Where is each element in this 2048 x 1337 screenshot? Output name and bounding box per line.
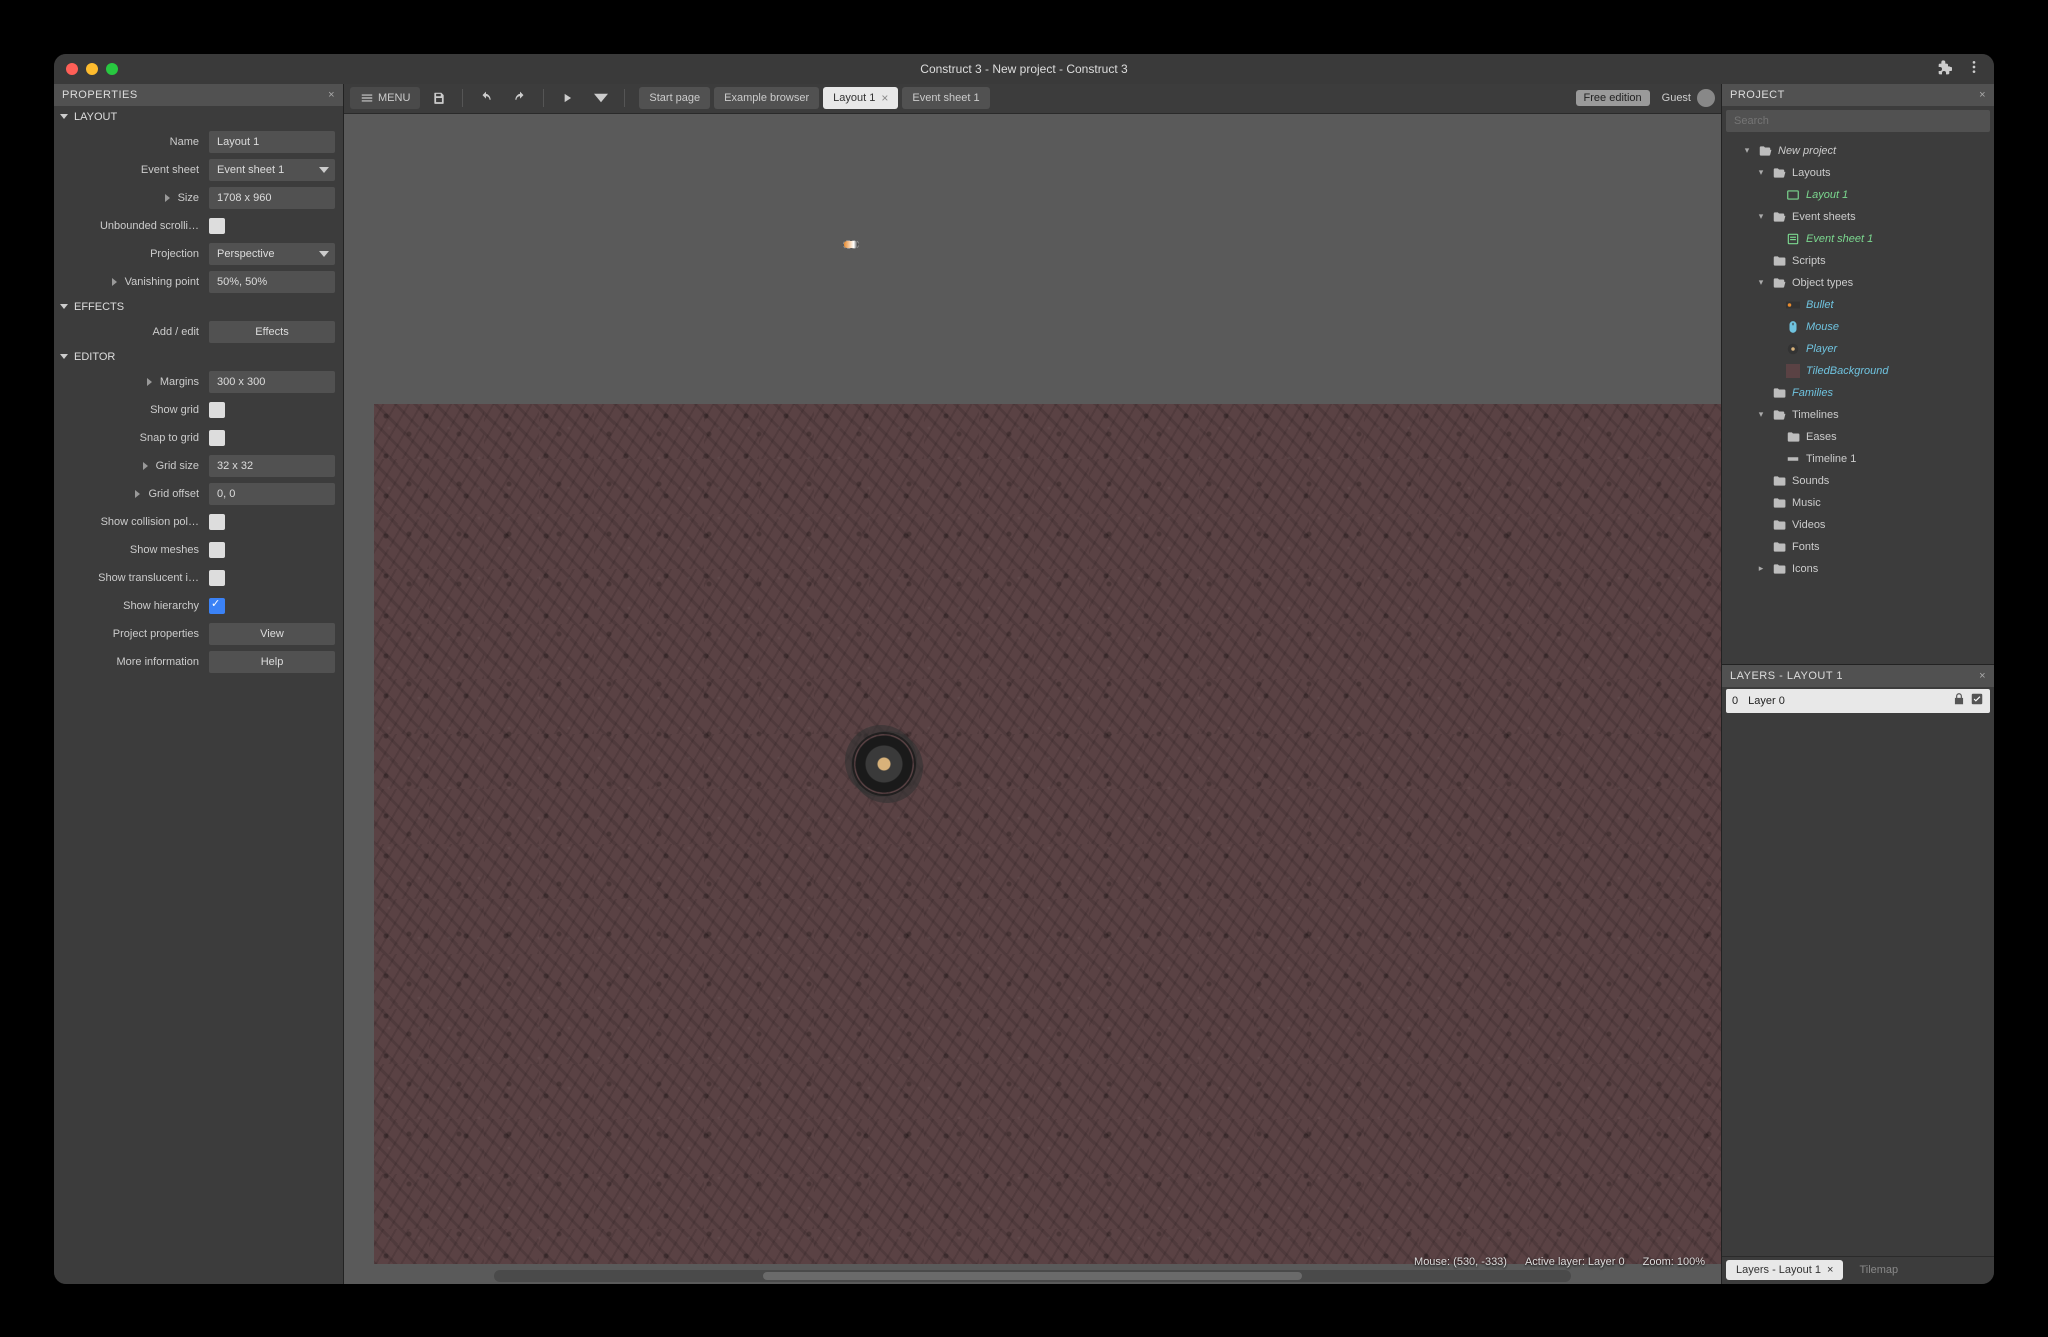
size-field[interactable] — [209, 187, 335, 209]
tab-layout-1[interactable]: Layout 1× — [823, 87, 898, 109]
effects-button[interactable]: Effects — [209, 321, 335, 343]
visibility-checkbox[interactable] — [1970, 692, 1984, 709]
tree-item-families[interactable]: Families — [1722, 382, 1994, 404]
canvas-status: Mouse: (530, -333) Active layer: Layer 0… — [1414, 1256, 1705, 1268]
tree-item-object-types[interactable]: ▾Object types — [1722, 272, 1994, 294]
right-column: PROJECT × ▾New project ▾Layouts Layout 1… — [1722, 84, 1994, 1284]
layer-name: Layer 0 — [1748, 695, 1785, 707]
layers-panel: LAYERS - LAYOUT 1 × 0 Layer 0 Layers - L… — [1722, 664, 1994, 1284]
section-effects[interactable]: EFFECTS — [54, 296, 343, 318]
grid-size-field[interactable] — [209, 455, 335, 477]
main-toolbar: MENU Start page Example browser Layout 1… — [344, 84, 1721, 114]
window-controls — [66, 63, 118, 75]
show-meshes-checkbox[interactable] — [209, 542, 225, 558]
tab-start-page[interactable]: Start page — [639, 87, 710, 109]
status-zoom: Zoom: 100% — [1643, 1256, 1705, 1268]
titlebar: Construct 3 - New project - Construct 3 — [54, 54, 1994, 84]
properties-panel: PROPERTIES × LAYOUT Name Event sheetEven… — [54, 84, 344, 1284]
tree-item-scripts[interactable]: Scripts — [1722, 250, 1994, 272]
horizontal-scrollbar[interactable] — [494, 1270, 1571, 1282]
tree-item-mouse[interactable]: Mouse — [1722, 316, 1994, 338]
close-icon[interactable]: × — [881, 91, 888, 105]
unbounded-checkbox[interactable] — [209, 218, 225, 234]
project-tree: ▾New project ▾Layouts Layout 1 ▾Event sh… — [1722, 136, 1994, 664]
free-edition-badge[interactable]: Free edition — [1576, 90, 1650, 106]
properties-header: PROPERTIES × — [54, 84, 343, 106]
tab-tilemap[interactable]: Tilemap — [1849, 1260, 1908, 1280]
tree-item-icons[interactable]: ▸Icons — [1722, 558, 1994, 580]
layers-bottom-tabs: Layers - Layout 1× Tilemap — [1722, 1256, 1994, 1284]
tiled-background-object[interactable] — [374, 404, 1721, 1264]
show-translucent-checkbox[interactable] — [209, 570, 225, 586]
app-window: Construct 3 - New project - Construct 3 … — [54, 54, 1994, 1284]
tree-item-videos[interactable]: Videos — [1722, 514, 1994, 536]
tree-item-player[interactable]: Player — [1722, 338, 1994, 360]
tree-item-project[interactable]: ▾New project — [1722, 140, 1994, 162]
extension-icon[interactable] — [1936, 59, 1952, 78]
tree-item-eases[interactable]: Eases — [1722, 426, 1994, 448]
layer-row-0[interactable]: 0 Layer 0 — [1726, 689, 1990, 713]
window-title: Construct 3 - New project - Construct 3 — [54, 62, 1994, 76]
close-icon[interactable]: × — [1979, 89, 1986, 101]
tree-item-bullet[interactable]: Bullet — [1722, 294, 1994, 316]
view-button[interactable]: View — [209, 623, 335, 645]
kebab-menu-icon[interactable] — [1966, 59, 1982, 78]
show-hierarchy-checkbox[interactable] — [209, 598, 225, 614]
tab-event-sheet-1[interactable]: Event sheet 1 — [902, 87, 989, 109]
show-grid-checkbox[interactable] — [209, 402, 225, 418]
close-icon[interactable]: × — [328, 89, 335, 101]
grid-offset-field[interactable] — [209, 483, 335, 505]
tree-item-layout-1[interactable]: Layout 1 — [1722, 184, 1994, 206]
layer-index: 0 — [1732, 695, 1738, 707]
scrollbar-thumb[interactable] — [763, 1272, 1302, 1280]
section-editor[interactable]: EDITOR — [54, 346, 343, 368]
tree-item-fonts[interactable]: Fonts — [1722, 536, 1994, 558]
window-minimize-button[interactable] — [86, 63, 98, 75]
window-maximize-button[interactable] — [106, 63, 118, 75]
tab-example-browser[interactable]: Example browser — [714, 87, 819, 109]
help-button[interactable]: Help — [209, 651, 335, 673]
tree-item-timeline-1[interactable]: Timeline 1 — [1722, 448, 1994, 470]
tree-item-sounds[interactable]: Sounds — [1722, 470, 1994, 492]
projection-select[interactable]: Perspective — [209, 243, 335, 265]
tab-layers[interactable]: Layers - Layout 1× — [1726, 1260, 1843, 1280]
close-icon[interactable]: × — [1979, 670, 1986, 682]
event-sheet-select[interactable]: Event sheet 1 — [209, 159, 335, 181]
tree-item-tiledbackground[interactable]: TiledBackground — [1722, 360, 1994, 382]
show-collision-checkbox[interactable] — [209, 514, 225, 530]
layout-canvas[interactable]: Mouse: (530, -333) Active layer: Layer 0… — [344, 114, 1721, 1284]
tree-item-timelines[interactable]: ▾Timelines — [1722, 404, 1994, 426]
menu-button[interactable]: MENU — [350, 87, 420, 109]
avatar-icon — [1697, 89, 1715, 107]
save-button[interactable] — [424, 87, 454, 109]
center-area: MENU Start page Example browser Layout 1… — [344, 84, 1722, 1284]
undo-button[interactable] — [471, 87, 501, 109]
play-button[interactable] — [552, 87, 582, 109]
snap-grid-checkbox[interactable] — [209, 430, 225, 446]
redo-button[interactable] — [505, 87, 535, 109]
project-search-input[interactable] — [1726, 110, 1990, 132]
play-dropdown-button[interactable] — [586, 87, 616, 109]
status-mouse: Mouse: (530, -333) — [1414, 1256, 1507, 1268]
close-icon[interactable]: × — [1827, 1264, 1833, 1276]
tree-item-event-sheet-1[interactable]: Event sheet 1 — [1722, 228, 1994, 250]
section-layout[interactable]: LAYOUT — [54, 106, 343, 128]
player-object[interactable] — [854, 734, 914, 794]
tree-item-music[interactable]: Music — [1722, 492, 1994, 514]
name-field[interactable] — [209, 131, 335, 153]
tree-item-event-sheets[interactable]: ▾Event sheets — [1722, 206, 1994, 228]
margins-field[interactable] — [209, 371, 335, 393]
status-layer: Active layer: Layer 0 — [1525, 1256, 1625, 1268]
vanishing-field[interactable] — [209, 271, 335, 293]
bullet-object[interactable] — [844, 241, 858, 248]
window-close-button[interactable] — [66, 63, 78, 75]
tree-item-layouts[interactable]: ▾Layouts — [1722, 162, 1994, 184]
editor-tabs: Start page Example browser Layout 1× Eve… — [639, 87, 989, 109]
lock-icon[interactable] — [1952, 692, 1966, 709]
layers-header: LAYERS - LAYOUT 1 × — [1722, 665, 1994, 687]
project-header: PROJECT × — [1722, 84, 1994, 106]
user-menu[interactable]: Guest — [1662, 89, 1715, 107]
